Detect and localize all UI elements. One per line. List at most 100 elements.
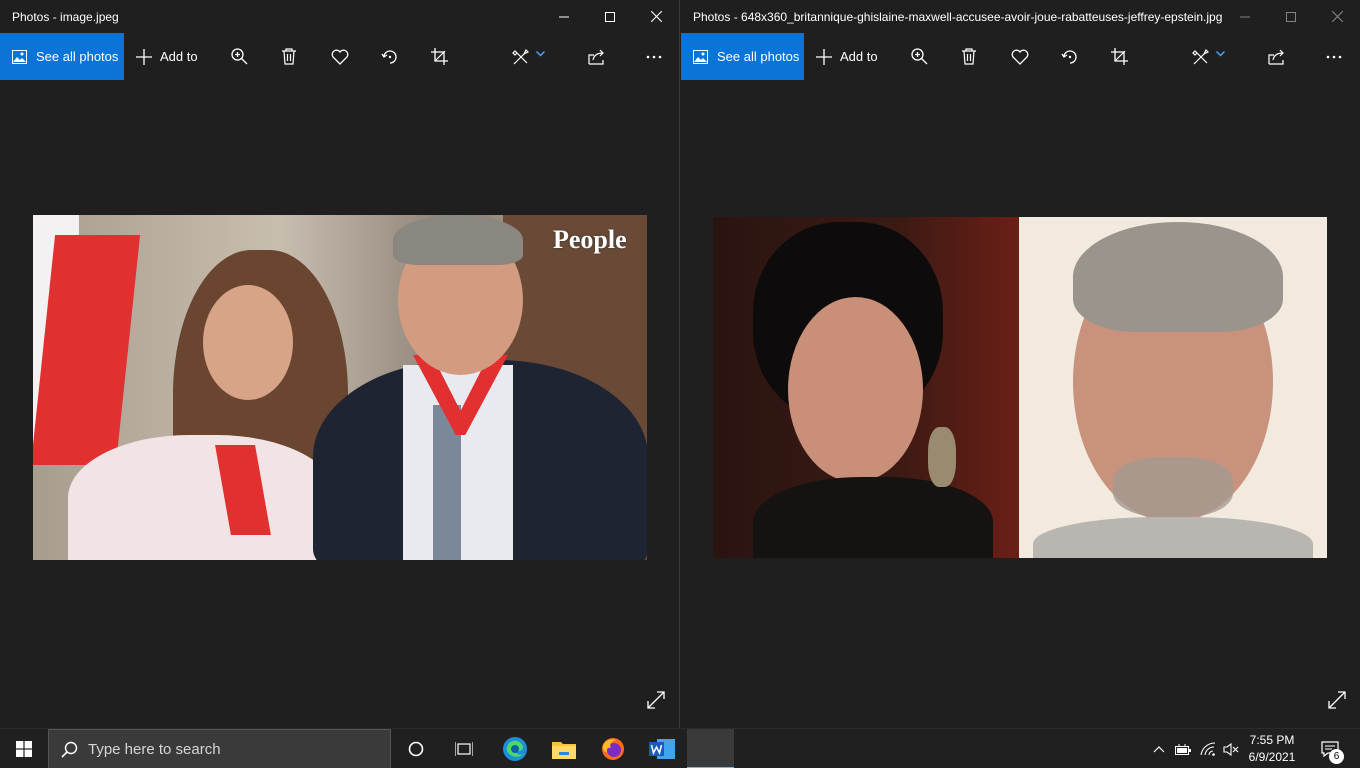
person-hair-right xyxy=(1073,222,1283,332)
maximize-icon xyxy=(605,11,615,22)
battery-button[interactable] xyxy=(1172,729,1194,768)
more-icon xyxy=(1326,55,1342,58)
photos-window-right: Photos - 648x360_britannique-ghislaine-m… xyxy=(681,0,1360,728)
expand-icon xyxy=(647,691,665,709)
crop-button[interactable] xyxy=(1111,33,1128,80)
volume-button[interactable] xyxy=(1220,729,1242,768)
taskbar-photos-active[interactable] xyxy=(687,729,734,768)
image-icon xyxy=(693,49,708,64)
crop-icon xyxy=(1111,48,1128,65)
person-shirt-right xyxy=(1033,517,1313,558)
task-view-icon xyxy=(455,742,473,756)
windows-start-icon xyxy=(16,741,32,757)
taskbar-word[interactable] xyxy=(640,729,684,768)
people-watermark: People xyxy=(553,225,627,254)
rotate-icon xyxy=(381,49,397,64)
show-hidden-icons-button[interactable] xyxy=(1148,729,1170,768)
delete-button[interactable] xyxy=(281,33,297,80)
person-beard-right xyxy=(1113,457,1233,517)
search-placeholder: Type here to search xyxy=(88,740,221,758)
share-button[interactable] xyxy=(1268,33,1286,80)
favorite-button[interactable] xyxy=(331,33,349,80)
earring xyxy=(928,427,956,487)
edit-icon xyxy=(512,48,530,64)
close-icon xyxy=(650,11,662,22)
add-to-label: Add to xyxy=(160,49,198,64)
add-to-button[interactable]: Add to xyxy=(136,33,198,80)
firefox-icon xyxy=(602,738,624,760)
rotate-icon xyxy=(1061,49,1077,64)
edge-icon xyxy=(503,737,527,761)
volume-muted-icon xyxy=(1223,742,1239,756)
maximize-button[interactable] xyxy=(587,0,633,33)
zoom-button[interactable] xyxy=(231,33,248,80)
zoom-in-icon xyxy=(911,48,928,65)
taskbar-file-explorer[interactable] xyxy=(542,729,586,768)
taskbar-search-box[interactable]: Type here to search xyxy=(48,729,391,768)
minimize-button[interactable] xyxy=(1222,0,1268,33)
fullscreen-button[interactable] xyxy=(1328,691,1346,714)
action-center-button[interactable] xyxy=(1310,729,1350,768)
taskbar-clock[interactable]: 7:55 PM 6/9/2021 xyxy=(1242,732,1302,766)
photo-viewer[interactable] xyxy=(681,80,1360,728)
window-title: Photos - image.jpeg xyxy=(12,9,119,24)
edit-create-button[interactable] xyxy=(1192,33,1225,80)
window-title: Photos - 648x360_britannique-ghislaine-m… xyxy=(693,9,1223,24)
add-to-label: Add to xyxy=(840,49,878,64)
photos-window-left: Photos - image.jpeg See all photos Add t… xyxy=(0,0,680,728)
clock-time: 7:55 PM xyxy=(1249,733,1295,747)
delete-button[interactable] xyxy=(961,33,977,80)
minimize-button[interactable] xyxy=(541,0,587,33)
word-icon xyxy=(649,739,675,759)
see-all-photos-button[interactable]: See all photos xyxy=(0,33,124,80)
heart-icon xyxy=(331,49,349,65)
add-to-button[interactable]: Add to xyxy=(816,33,878,80)
share-button[interactable] xyxy=(588,33,606,80)
taskbar-edge[interactable] xyxy=(493,729,537,768)
person-face-left xyxy=(203,285,293,400)
trash-icon xyxy=(282,48,296,65)
taskbar-firefox[interactable] xyxy=(591,729,635,768)
minimize-icon xyxy=(1240,16,1250,17)
see-all-photos-button[interactable]: See all photos xyxy=(681,33,804,80)
rotate-button[interactable] xyxy=(381,33,399,80)
cortana-button[interactable] xyxy=(396,729,436,768)
photo-image: People xyxy=(33,215,647,560)
battery-icon xyxy=(1175,743,1191,755)
zoom-button[interactable] xyxy=(911,33,928,80)
share-icon xyxy=(1268,49,1284,65)
chevron-down-icon xyxy=(536,50,545,57)
share-icon xyxy=(588,49,604,65)
more-options-button[interactable] xyxy=(1326,33,1342,80)
plus-icon xyxy=(136,48,152,65)
maximize-button[interactable] xyxy=(1268,0,1314,33)
toolbar: See all photos Add to xyxy=(0,33,679,80)
person-hair-right xyxy=(393,215,523,265)
title-bar[interactable]: Photos - image.jpeg xyxy=(0,0,679,33)
title-bar[interactable]: Photos - 648x360_britannique-ghislaine-m… xyxy=(681,0,1360,33)
fullscreen-button[interactable] xyxy=(647,691,665,714)
close-button[interactable] xyxy=(1314,0,1360,33)
see-all-photos-label: See all photos xyxy=(717,49,800,64)
see-all-photos-label: See all photos xyxy=(36,49,119,64)
start-button[interactable] xyxy=(0,729,48,768)
photo-viewer[interactable]: People xyxy=(0,80,679,728)
favorite-button[interactable] xyxy=(1011,33,1029,80)
minimize-icon xyxy=(559,16,569,17)
heart-icon xyxy=(1011,49,1029,65)
wifi-icon xyxy=(1200,742,1216,756)
network-button[interactable] xyxy=(1197,729,1219,768)
rotate-button[interactable] xyxy=(1061,33,1079,80)
notification-badge: 6 xyxy=(1329,749,1344,764)
chevron-up-icon xyxy=(1153,745,1165,752)
image-icon xyxy=(12,49,27,64)
close-button[interactable] xyxy=(633,0,679,33)
crop-button[interactable] xyxy=(431,33,448,80)
taskbar: Type here to search 7:55 PM 6/9/2021 xyxy=(0,728,1360,768)
expand-icon xyxy=(1328,691,1346,709)
task-view-button[interactable] xyxy=(444,729,484,768)
person-jacket-left xyxy=(68,435,338,560)
more-options-button[interactable] xyxy=(646,33,662,80)
edit-create-button[interactable] xyxy=(512,33,545,80)
close-icon xyxy=(1331,11,1343,22)
